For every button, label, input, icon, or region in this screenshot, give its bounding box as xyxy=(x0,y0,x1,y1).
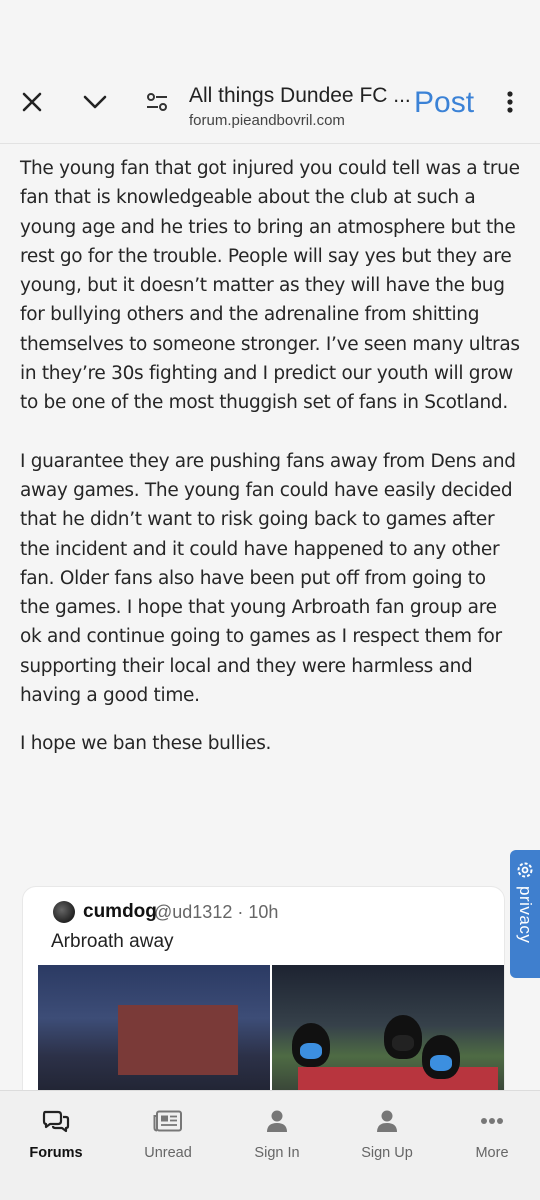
nav-label: Forums xyxy=(29,1145,83,1161)
nav-forums[interactable]: Forums xyxy=(6,1109,106,1161)
gear-icon xyxy=(517,862,533,878)
nav-more[interactable]: More xyxy=(442,1109,540,1161)
page-title[interactable]: All things Dundee FC ... xyxy=(189,84,411,108)
chevron-down-icon[interactable] xyxy=(77,84,113,120)
privacy-label: privacy xyxy=(516,886,535,944)
chat-bubbles-icon xyxy=(6,1109,106,1133)
nav-sign-in[interactable]: Sign In xyxy=(227,1109,327,1161)
custom-tab-toolbar: All things Dundee FC ... forum.pieandbov… xyxy=(0,62,540,144)
masked-figure xyxy=(384,1015,422,1059)
nav-label: Sign In xyxy=(254,1145,300,1161)
tweet-text: Arbroath away xyxy=(51,931,174,952)
privacy-tab[interactable]: privacy xyxy=(510,850,540,978)
page-url[interactable]: forum.pieandbovril.com xyxy=(189,112,345,129)
masked-figure xyxy=(422,1035,460,1079)
tweet-handle-time: @ud1312 · 10h xyxy=(154,902,279,922)
masked-figure xyxy=(292,1023,330,1067)
post-paragraph: The young fan that got injured you could… xyxy=(20,158,520,414)
embedded-tweet[interactable]: cumdog @ud1312 · 10h Arbroath away xyxy=(22,886,505,1116)
close-icon[interactable] xyxy=(14,84,50,120)
post-paragraph: I hope we ban these bullies. xyxy=(20,733,272,755)
dots-icon xyxy=(442,1109,540,1133)
avatar xyxy=(53,901,75,923)
bottom-navigation: Forums Unread Sign In Sign Up More xyxy=(0,1090,540,1200)
more-vert-icon[interactable] xyxy=(492,84,528,120)
site-settings-icon[interactable] xyxy=(139,84,175,120)
post-content: The young fan that got injured you could… xyxy=(20,154,520,788)
nav-label: Unread xyxy=(144,1145,192,1161)
post-paragraph: I guarantee they are pushing fans away f… xyxy=(20,450,516,707)
post-button[interactable]: Post xyxy=(414,86,474,120)
nav-label: More xyxy=(475,1145,509,1161)
nav-unread[interactable]: Unread xyxy=(118,1109,218,1161)
building-shape xyxy=(118,1005,238,1075)
user-icon xyxy=(337,1109,437,1133)
tweet-author-name: cumdog xyxy=(83,901,157,922)
user-icon xyxy=(227,1109,327,1133)
nav-sign-up[interactable]: Sign Up xyxy=(337,1109,437,1161)
newspaper-icon xyxy=(118,1109,218,1133)
nav-label: Sign Up xyxy=(361,1145,413,1161)
